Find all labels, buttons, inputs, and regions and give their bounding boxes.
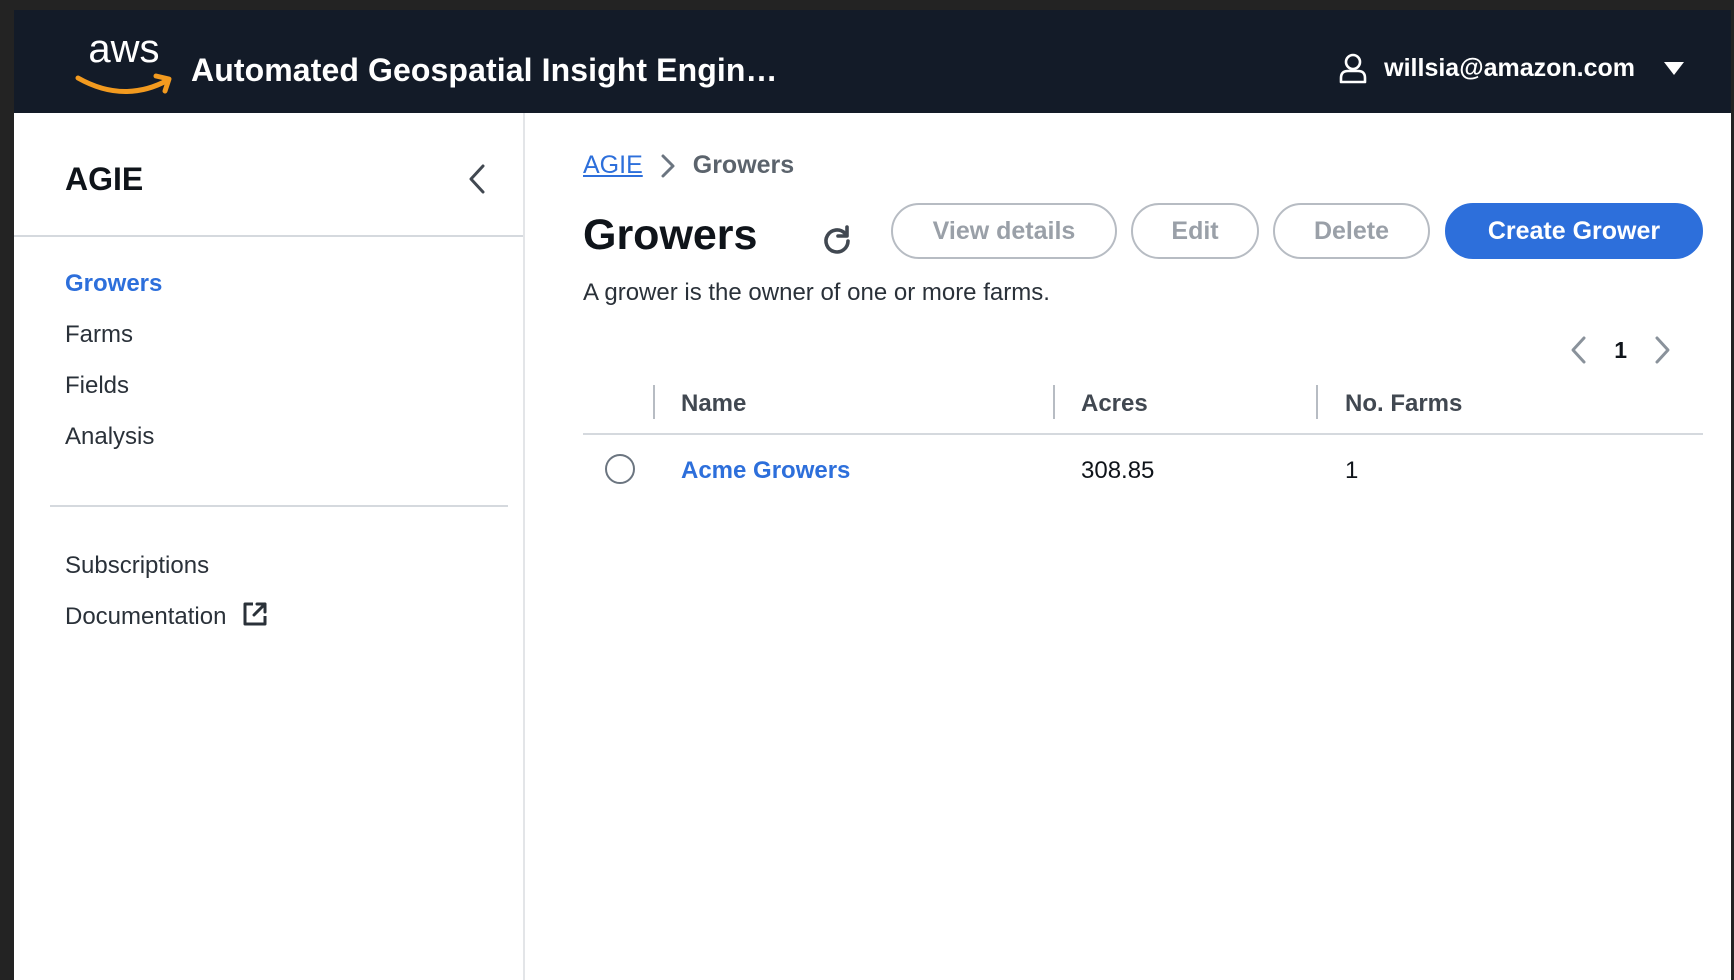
breadcrumb: AGIE Growers — [583, 151, 794, 180]
app-title: Automated Geospatial Insight Engin… — [191, 52, 778, 88]
sidebar-item-subscriptions[interactable]: Subscriptions — [65, 549, 269, 600]
sidebar-item-growers[interactable]: Growers — [65, 267, 162, 318]
grower-farm-count: 1 — [1345, 457, 1359, 484]
edit-button[interactable]: Edit — [1131, 203, 1259, 259]
chevron-left-icon — [469, 164, 485, 194]
pagination: 1 — [1455, 328, 1675, 372]
top-navigation: aws Automated Geospatial Insight Engin… … — [14, 10, 1731, 113]
column-header-acres[interactable]: Acres — [1081, 390, 1148, 418]
sidebar-item-documentation[interactable]: Documentation — [65, 600, 269, 651]
sidebar-header: AGIE — [14, 113, 523, 237]
refresh-button[interactable] — [817, 221, 857, 261]
previous-page-icon[interactable] — [1566, 335, 1592, 365]
sidebar-item-farms[interactable]: Farms — [65, 318, 162, 369]
collapse-sidebar-button[interactable] — [462, 159, 492, 199]
column-separator[interactable] — [1053, 385, 1055, 419]
growers-table: Name Acres No. Farms Acme Growers 308.85… — [583, 377, 1703, 505]
aws-logo[interactable]: aws — [72, 28, 176, 108]
grower-acres: 308.85 — [1081, 457, 1155, 484]
next-page-icon[interactable] — [1649, 335, 1675, 365]
table-row[interactable]: Acme Growers 308.85 1 — [583, 435, 1703, 505]
user-menu[interactable]: willsia@amazon.com — [1336, 44, 1685, 92]
page-title: Growers — [583, 211, 758, 259]
sidebar-divider — [50, 505, 508, 507]
user-email: willsia@amazon.com — [1384, 53, 1635, 82]
column-header-name[interactable]: Name — [681, 390, 746, 418]
app-window: aws Automated Geospatial Insight Engin… … — [14, 10, 1731, 980]
row-select-radio[interactable] — [605, 454, 635, 484]
current-page-number[interactable]: 1 — [1614, 337, 1627, 364]
side-navigation: AGIE Growers Farms Fields Analysis Subsc… — [14, 113, 525, 980]
column-separator[interactable] — [653, 385, 655, 419]
breadcrumb-current: Growers — [692, 151, 795, 179]
sidebar-nav-secondary: Subscriptions Documentation — [65, 549, 269, 651]
column-separator[interactable] — [1316, 385, 1318, 419]
chevron-right-icon — [661, 154, 675, 177]
table-header: Name Acres No. Farms — [583, 377, 1703, 435]
breadcrumb-root-link[interactable]: AGIE — [583, 151, 643, 180]
sidebar-item-analysis[interactable]: Analysis — [65, 420, 162, 471]
sidebar-nav-primary: Growers Farms Fields Analysis — [65, 267, 162, 471]
page-description: A grower is the owner of one or more far… — [583, 279, 1050, 306]
sidebar-item-fields[interactable]: Fields — [65, 369, 162, 420]
aws-logo-text: aws — [88, 28, 159, 71]
delete-button[interactable]: Delete — [1273, 203, 1430, 259]
view-details-button[interactable]: View details — [891, 203, 1117, 259]
sidebar-item-documentation-label: Documentation — [65, 603, 227, 630]
caret-down-icon — [1664, 62, 1684, 75]
sidebar-title[interactable]: AGIE — [65, 161, 143, 198]
column-header-farms[interactable]: No. Farms — [1345, 390, 1462, 418]
external-link-icon — [243, 602, 267, 626]
grower-name-link[interactable]: Acme Growers — [681, 457, 850, 485]
user-icon — [1339, 53, 1367, 84]
create-grower-button[interactable]: Create Grower — [1445, 203, 1703, 259]
refresh-icon — [824, 225, 850, 254]
main-content: AGIE Growers Growers View details Edit D… — [525, 113, 1731, 980]
